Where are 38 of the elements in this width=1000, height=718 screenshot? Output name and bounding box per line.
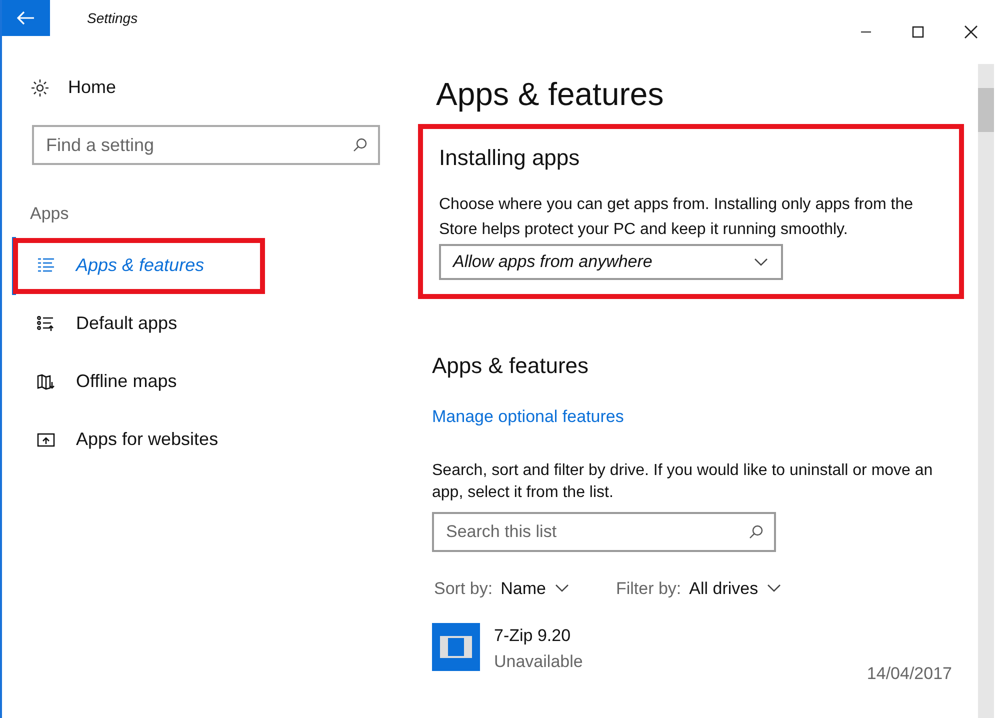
section-label: Apps — [30, 203, 70, 225]
manage-features-link[interactable]: Manage optional features — [432, 404, 624, 430]
app-date: 14/04/2017 — [866, 663, 952, 685]
nav-item[interactable]: Default apps — [12, 294, 186, 352]
filter-label: Filter by: — [616, 578, 682, 600]
list-icon — [36, 314, 56, 334]
search-field[interactable]: Find a setting — [32, 125, 380, 165]
search-field[interactable]: Search this list — [432, 512, 776, 552]
chevron-icon — [766, 583, 782, 594]
map-icon — [36, 372, 56, 392]
sort-dropdown[interactable]: Sort by: Name — [434, 576, 570, 601]
section-heading: Installing apps — [439, 144, 581, 172]
app-name: 7-Zip 9.20 — [494, 625, 572, 647]
back-arrow-icon — [17, 11, 35, 25]
source-dropdown[interactable]: Allow apps from anywhere — [439, 244, 783, 280]
filter-dropdown[interactable]: Filter by: All drives — [616, 576, 782, 601]
description-text: Choose where you can get apps from. Installing only apps from the Store helps protect your PC and keep it running smoothly. — [439, 195, 914, 240]
chevron-icon — [753, 257, 769, 267]
back-button[interactable] — [2, 0, 50, 36]
section-heading: Apps & features — [432, 352, 590, 380]
close-icon[interactable] — [964, 25, 978, 39]
nav-item[interactable]: Offline maps — [12, 352, 185, 410]
app-status: Unavailable — [494, 650, 583, 672]
maximize-icon[interactable] — [912, 26, 924, 38]
filter-value: All drives — [689, 578, 758, 600]
chevron-icon — [554, 583, 570, 594]
search-icon — [748, 524, 764, 540]
nav-item[interactable]: Apps for websites — [12, 410, 226, 468]
window-title: Settings — [87, 8, 138, 28]
nav-item[interactable]: Apps & features — [12, 236, 266, 294]
page-title: Apps & features — [436, 75, 665, 114]
sort-label: Sort by: — [434, 578, 493, 600]
home-link[interactable]: Home — [30, 74, 116, 101]
app-icon — [432, 623, 480, 671]
description-text: Search, sort and filter by drive. If you would like to uninstall or move an app, select it from the list. — [432, 460, 934, 502]
search-icon — [352, 137, 368, 153]
scrollbar[interactable] — [978, 64, 994, 718]
sort-value: Name — [500, 578, 546, 600]
